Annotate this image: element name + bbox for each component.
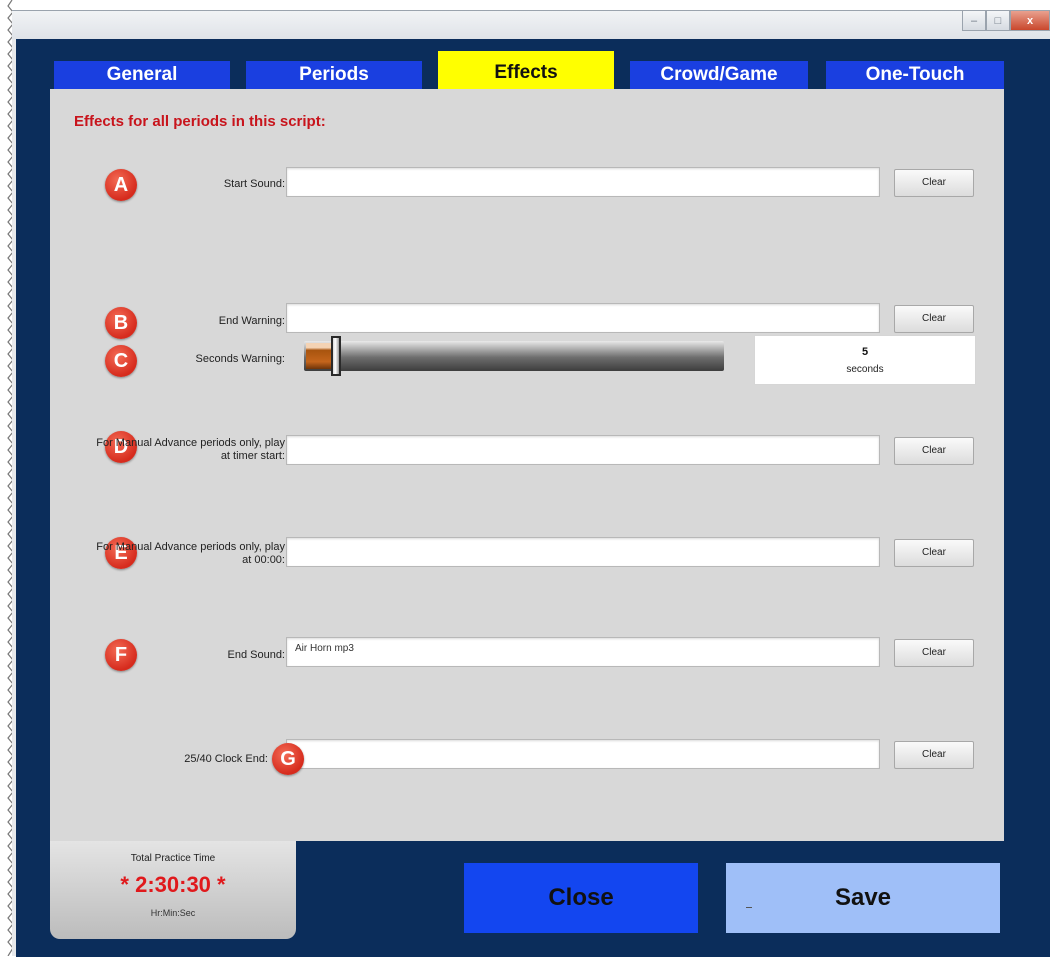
panel-heading: Effects for all periods in this script: bbox=[74, 113, 326, 130]
main-frame: General Periods Effects Crowd/Game One-T… bbox=[16, 39, 1050, 957]
tab-one-touch[interactable]: One-Touch bbox=[826, 61, 1004, 89]
manual-start-clear-button[interactable]: Clear bbox=[894, 437, 974, 465]
total-practice-time-value: * 2:30:30 * bbox=[120, 872, 226, 897]
maximize-button[interactable]: □ bbox=[986, 11, 1010, 31]
seconds-warning-label: Seconds Warning: bbox=[195, 353, 285, 365]
close-button[interactable]: Close bbox=[464, 863, 698, 933]
tab-general[interactable]: General bbox=[54, 61, 230, 89]
seconds-value: 5 bbox=[861, 346, 869, 358]
save-focus-mark bbox=[746, 907, 752, 908]
manual-start-field[interactable] bbox=[286, 435, 880, 465]
end-warning-clear-button[interactable]: Clear bbox=[894, 305, 974, 333]
end-warning-field[interactable] bbox=[286, 303, 880, 333]
window-controls: – □ x bbox=[962, 11, 1050, 31]
save-label: Save bbox=[834, 884, 892, 911]
tab-crowd-game[interactable]: Crowd/Game bbox=[630, 61, 808, 89]
clock-end-field[interactable] bbox=[286, 739, 880, 769]
tab-periods[interactable]: Periods bbox=[246, 61, 422, 89]
seconds-value-box: 5 seconds bbox=[754, 335, 976, 385]
end-sound-clear-button[interactable]: Clear bbox=[894, 639, 974, 667]
start-sound-label: Start Sound: bbox=[223, 178, 285, 190]
end-sound-label: End Sound: bbox=[227, 649, 286, 661]
effects-panel: Effects for all periods in this script: … bbox=[50, 89, 1004, 841]
tab-effects[interactable]: Effects bbox=[438, 51, 614, 91]
seconds-warning-slider[interactable] bbox=[304, 336, 724, 376]
start-sound-clear-button[interactable]: Clear bbox=[894, 169, 974, 197]
clock-end-label: 25/40 Clock End: bbox=[184, 753, 268, 765]
minimize-button[interactable]: – bbox=[962, 11, 986, 31]
manual-end-clear-button[interactable]: Clear bbox=[894, 539, 974, 567]
badge-g: G bbox=[272, 743, 304, 775]
slider-thumb[interactable] bbox=[331, 336, 341, 376]
total-practice-time-label: Total Practice Time bbox=[130, 853, 216, 864]
start-sound-field[interactable] bbox=[286, 167, 880, 197]
clock-end-clear-button[interactable]: Clear bbox=[894, 741, 974, 769]
manual-end-label: For Manual Advance periods only, play at… bbox=[96, 541, 285, 566]
save-button[interactable]: Save bbox=[726, 863, 1000, 933]
effects-window: – □ x General Periods Effects Crowd/Game… bbox=[12, 10, 1050, 957]
title-bar: – □ x bbox=[12, 11, 1050, 39]
total-practice-time-unit: Hr:Min:Sec bbox=[150, 908, 196, 918]
seconds-unit: seconds bbox=[846, 364, 884, 375]
manual-start-label: For Manual Advance periods only, play at… bbox=[96, 437, 285, 462]
manual-end-field[interactable] bbox=[286, 537, 880, 567]
total-practice-time-box: Total Practice Time * 2:30:30 * Hr:Min:S… bbox=[50, 841, 296, 939]
end-warning-label: End Warning: bbox=[218, 315, 285, 327]
close-window-button[interactable]: x bbox=[1010, 11, 1050, 31]
end-sound-field[interactable]: Air Horn mp3 bbox=[286, 637, 880, 667]
